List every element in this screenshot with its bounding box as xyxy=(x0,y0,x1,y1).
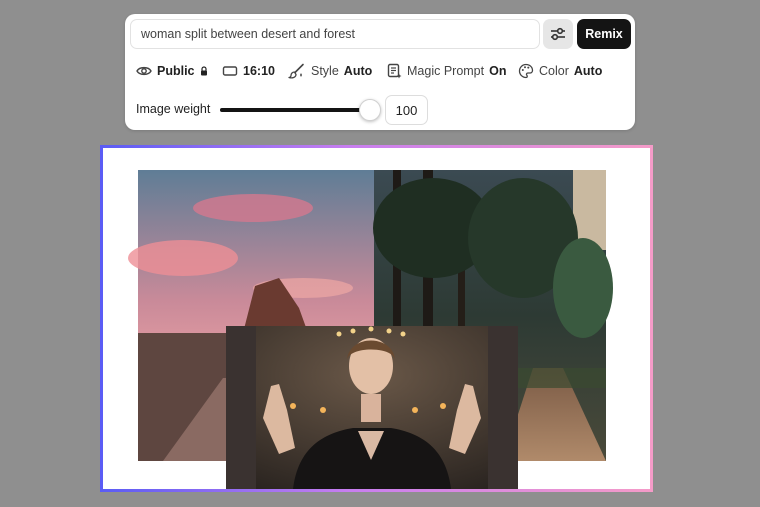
palette-icon xyxy=(518,63,534,79)
magic-prompt-icon xyxy=(387,63,402,79)
prompt-panel: woman split between desert and forest Re… xyxy=(125,14,635,130)
style-label: Style xyxy=(311,64,339,78)
visibility-option[interactable]: Public xyxy=(136,58,208,84)
aspect-ratio-option[interactable]: 16:10 xyxy=(222,58,275,84)
color-label: Color xyxy=(539,64,569,78)
image-canvas-frame xyxy=(100,145,653,492)
portrait-image xyxy=(226,326,518,489)
prompt-input[interactable]: woman split between desert and forest xyxy=(130,19,540,49)
image-weight-label: Image weight xyxy=(136,102,211,116)
slider-fill xyxy=(220,108,371,112)
settings-button[interactable] xyxy=(543,19,573,49)
magic-prompt-option[interactable]: Magic Prompt On xyxy=(387,58,506,84)
style-option[interactable]: Style Auto xyxy=(288,58,372,84)
color-option[interactable]: Color Auto xyxy=(518,58,602,84)
remix-button[interactable]: Remix xyxy=(577,19,631,49)
style-value: Auto xyxy=(343,64,373,78)
brush-icon xyxy=(288,63,304,79)
eye-icon xyxy=(136,66,152,76)
sliders-icon xyxy=(551,27,565,41)
image-weight-value[interactable]: 100 xyxy=(385,95,428,125)
magic-prompt-label: Magic Prompt xyxy=(407,64,485,78)
image-weight-slider[interactable] xyxy=(220,98,382,122)
slider-thumb[interactable] xyxy=(359,99,382,121)
collage-illustration xyxy=(128,170,613,489)
aspect-ratio-value: 16:10 xyxy=(243,64,275,78)
magic-prompt-value: On xyxy=(489,64,507,78)
lock-icon xyxy=(200,66,207,76)
color-value: Auto xyxy=(573,64,603,78)
visibility-value: Public xyxy=(157,64,195,78)
image-canvas[interactable] xyxy=(103,148,650,489)
aspect-ratio-icon xyxy=(222,66,238,76)
options-row: Public 16:10 Style Auto Magic Prompt On … xyxy=(125,58,635,84)
